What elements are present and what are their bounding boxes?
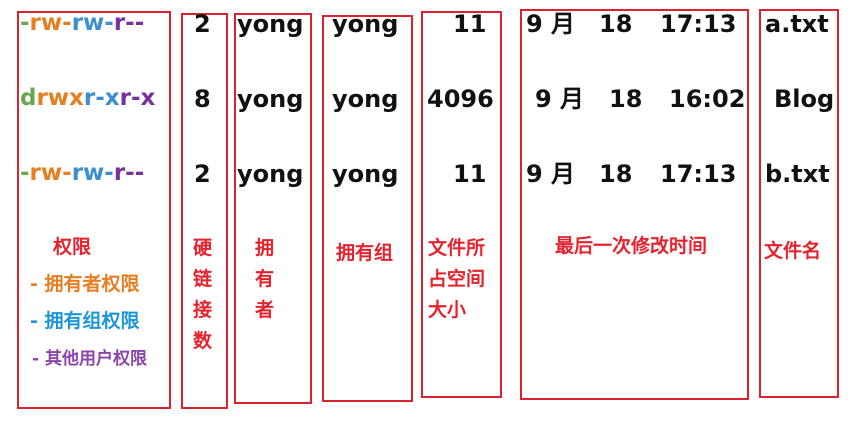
file-type-char: d xyxy=(20,85,37,111)
perm-owner-label: - 拥有者权限 xyxy=(30,273,140,295)
day-value: 18 xyxy=(599,160,633,188)
size-value: 4096 xyxy=(427,85,494,113)
owner-column xyxy=(234,13,312,404)
links-label-char: 数 xyxy=(193,330,213,352)
group-permission: r-x xyxy=(83,85,120,111)
owner-label-char: 有 xyxy=(255,268,275,290)
other-permission: r-- xyxy=(113,10,145,36)
group-value: yong xyxy=(332,160,399,188)
filename-value: Blog xyxy=(774,85,835,113)
group-permission: rw- xyxy=(71,10,114,36)
owner-value: yong xyxy=(237,85,304,113)
month-value: 9 月 xyxy=(526,10,576,38)
month-value: 9 月 xyxy=(535,85,585,113)
day-value: 18 xyxy=(599,10,633,38)
size-column xyxy=(421,11,502,398)
owner-value: yong xyxy=(237,10,304,38)
group-column xyxy=(322,15,413,402)
other-permission: r-- xyxy=(113,160,145,186)
permission-string: -rw-rw-r-- xyxy=(20,162,144,185)
other-permission: r-x xyxy=(119,85,156,111)
mtime-label: 最后一次修改时间 xyxy=(555,235,708,257)
hard-links-value: 8 xyxy=(194,85,211,113)
time-value: 17:13 xyxy=(660,160,737,188)
filename-column xyxy=(759,9,839,398)
file-type-char: - xyxy=(20,160,30,186)
owner-permission: rwx xyxy=(36,85,84,111)
links-label-char: 链 xyxy=(193,268,213,290)
hard-links-value: 2 xyxy=(194,160,211,188)
day-value: 18 xyxy=(609,85,643,113)
links-label-char: 接 xyxy=(193,299,213,321)
size-label-line: 占空间 xyxy=(428,268,486,290)
size-label-line: 文件所 xyxy=(428,237,486,259)
month-value: 9 月 xyxy=(526,160,576,188)
size-value: 11 xyxy=(453,160,487,188)
permission-string: -rw-rw-r-- xyxy=(20,12,144,35)
owner-label-char: 拥 xyxy=(255,237,275,259)
hard-links-value: 2 xyxy=(194,10,211,38)
owner-permission: rw- xyxy=(29,10,72,36)
group-permission: rw- xyxy=(71,160,114,186)
perm-other-label: - 其他用户权限 xyxy=(32,349,147,369)
filename-value: a.txt xyxy=(765,10,829,38)
modified-time-column xyxy=(520,9,749,400)
time-value: 17:13 xyxy=(660,10,737,38)
group-value: yong xyxy=(332,10,399,38)
owner-permission: rw- xyxy=(29,160,72,186)
perm-group-label: - 拥有组权限 xyxy=(30,310,140,332)
owner-label-char: 者 xyxy=(255,299,275,321)
links-label-char: 硬 xyxy=(193,237,213,259)
permission-string: drwxr-xr-x xyxy=(20,87,155,110)
filename-label: 文件名 xyxy=(764,240,822,262)
file-type-char: - xyxy=(20,10,30,36)
group-label: 拥有组 xyxy=(336,242,394,264)
filename-value: b.txt xyxy=(765,160,830,188)
group-value: yong xyxy=(332,85,399,113)
size-value: 11 xyxy=(453,10,487,38)
perm-title-label: 权限 xyxy=(53,236,92,258)
size-label-line: 大小 xyxy=(428,299,467,321)
owner-value: yong xyxy=(237,160,304,188)
time-value: 16:02 xyxy=(669,85,746,113)
